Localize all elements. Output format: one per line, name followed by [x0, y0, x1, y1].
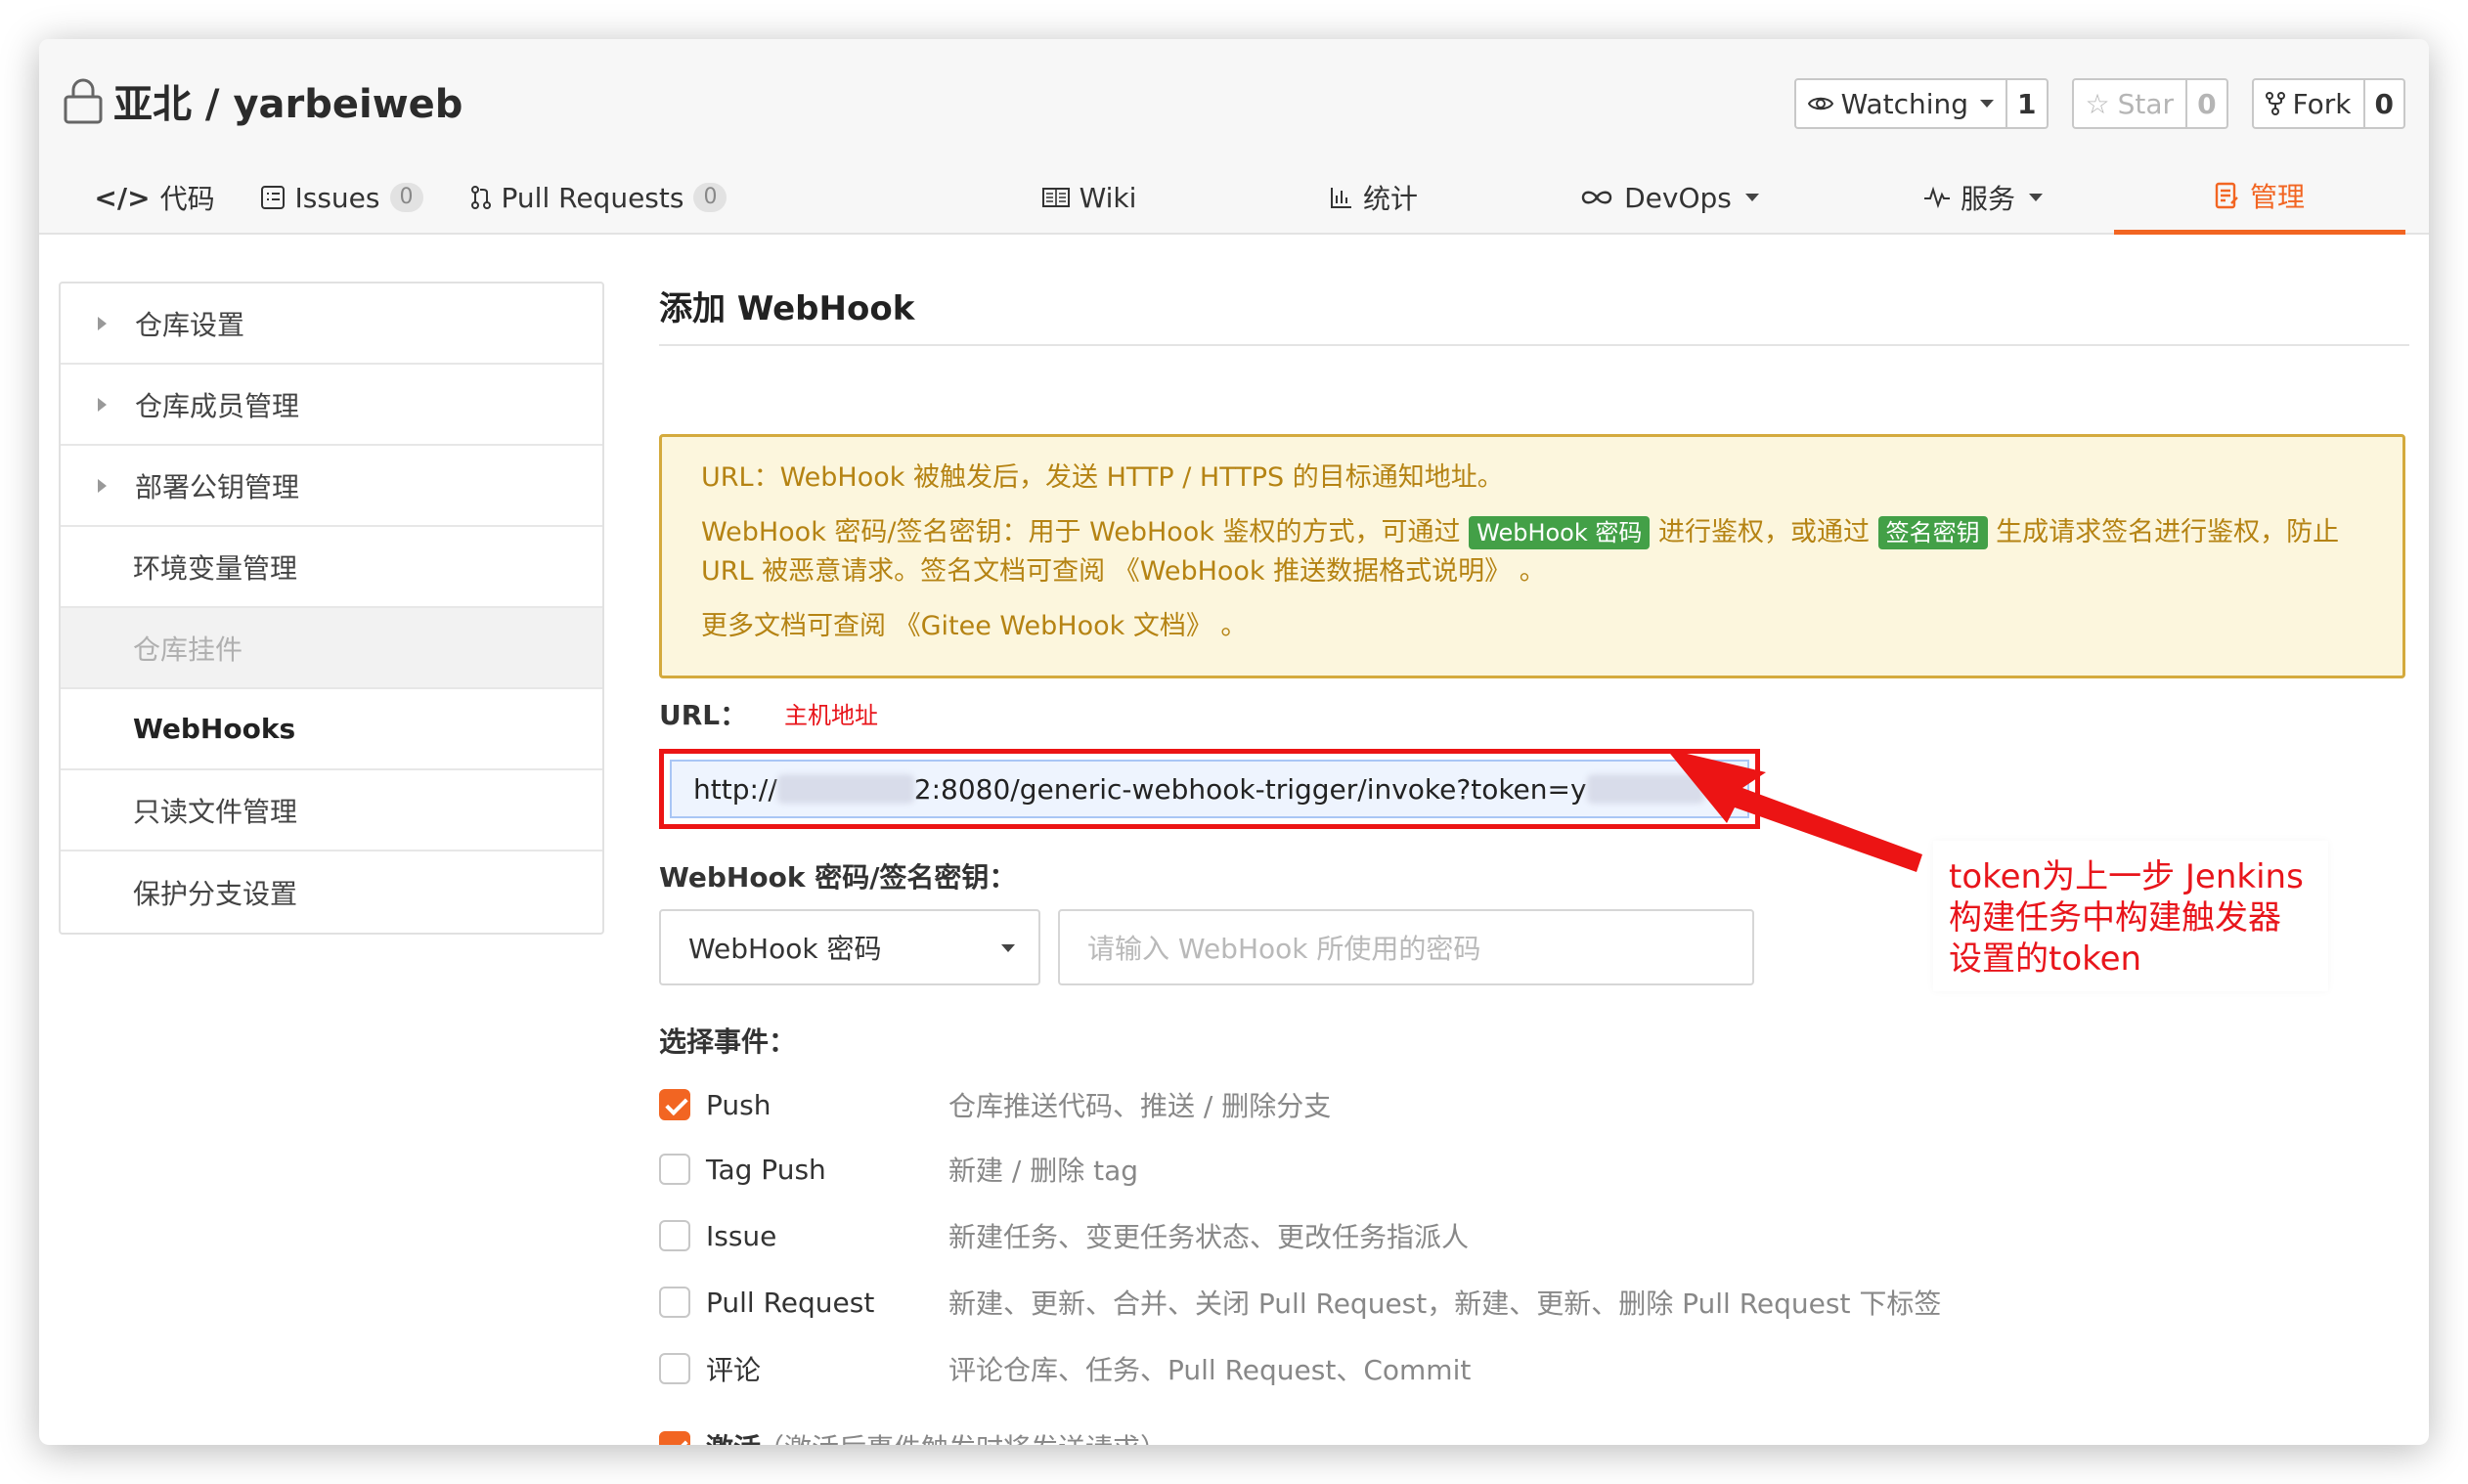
annotation-line: token为上一步 Jenkins [1949, 857, 2304, 896]
annotation-arrow [1666, 749, 1922, 872]
browser-window: 亚北 / yarbeiweb Watching 1 ☆ Star 0 Fork … [39, 39, 2429, 1445]
token-annotation: token为上一步 Jenkins 构建任务中构建触发器 设置的token [1933, 841, 2328, 991]
annotation-line: 构建任务中构建触发器 [1949, 898, 2281, 938]
annotation-line: 设置的token [1949, 939, 2142, 979]
